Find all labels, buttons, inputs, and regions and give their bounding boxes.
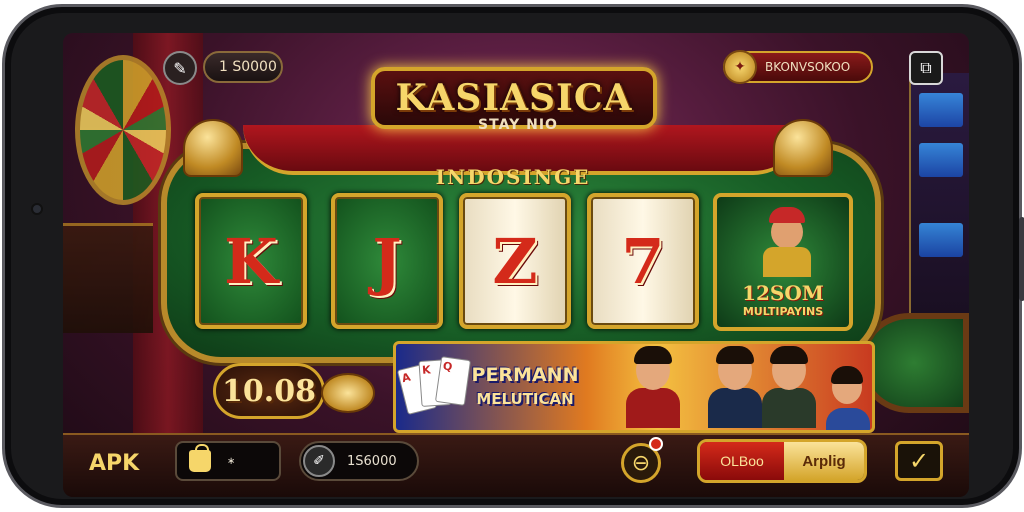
banner-subtitle: MELUTICAN — [476, 390, 574, 408]
coin-glyph: ✦ — [734, 59, 746, 75]
avatar — [708, 346, 762, 430]
mascot-figure — [763, 207, 811, 277]
apk-label[interactable]: APK — [89, 451, 139, 476]
timer-glyph: ⊖ — [631, 450, 651, 476]
promo-subtitle: MULTIPAYINS — [742, 305, 824, 318]
coin-icon: ✦ — [723, 50, 757, 84]
promo-amount: 12SOM — [742, 281, 824, 305]
avatar-hair — [716, 346, 754, 364]
reel-symbol: Z — [492, 224, 538, 298]
golden-bell-icon — [773, 119, 833, 177]
bet-glyph: ✐ — [313, 453, 325, 469]
machine-window — [919, 223, 963, 257]
machine-window — [919, 93, 963, 127]
avatar — [762, 346, 816, 430]
card-label: Q — [442, 359, 454, 374]
avatar — [626, 346, 680, 430]
jackpot-label: BKONVSOKOO — [765, 60, 851, 74]
slot-reel: K — [195, 193, 307, 329]
slot-machine-decor — [63, 223, 153, 333]
action-button-group: OLBoo Arplig — [697, 439, 867, 483]
bet-value: 1S6000 — [347, 453, 397, 469]
game-title: KASIASICA — [395, 77, 633, 119]
avatar-body — [826, 408, 870, 430]
confirm-button[interactable]: ✓ — [895, 441, 943, 481]
bet-field[interactable]: ✐ 1S6000 — [299, 441, 419, 481]
bet-icon: ✐ — [303, 445, 335, 477]
bag-icon — [189, 444, 211, 472]
banner-title: PERMANN — [471, 364, 579, 386]
coin-stack-icon — [321, 373, 375, 413]
menu-button[interactable]: ⧉ — [909, 51, 943, 85]
wallet-field[interactable]: ∗ — [175, 441, 281, 481]
avatar-body — [708, 388, 762, 428]
notification-badge — [649, 437, 663, 451]
coin-balance-value: 1 S0000 — [219, 59, 277, 75]
edit-glyph: ✎ — [173, 58, 187, 78]
left-action-button[interactable]: OLBoo — [700, 442, 784, 480]
game-screen: ✎ 1 S0000 ✦ BKONVSOKOO ⧉ KASIASICA STAY … — [63, 33, 969, 497]
avatar-body — [626, 388, 680, 428]
card-label: K — [421, 363, 432, 377]
promo-reel[interactable]: 12SOM MULTIPAYINS — [713, 193, 853, 331]
game-subtitle: STAY NIO — [478, 117, 558, 133]
menu-icon: ⧉ — [920, 58, 932, 77]
phone-frame: ✎ 1 S0000 ✦ BKONVSOKOO ⧉ KASIASICA STAY … — [2, 4, 1024, 508]
playing-cards-icon: A K Q — [396, 354, 472, 424]
mascot-body — [763, 247, 811, 277]
mascot-hat — [769, 207, 805, 223]
side-button — [1019, 217, 1024, 301]
machine-window — [919, 143, 963, 177]
slot-reel: 7 — [587, 193, 699, 329]
avatar-body — [762, 388, 816, 428]
reel-symbol: K — [224, 224, 278, 298]
golden-bell-icon — [183, 119, 243, 177]
card-label: A — [400, 370, 412, 386]
camera-icon — [31, 203, 43, 215]
win-amount-value: 10.08 — [222, 373, 316, 409]
edit-icon[interactable]: ✎ — [163, 51, 197, 85]
avatar-hair — [634, 346, 672, 364]
slot-machine-decor — [909, 73, 969, 313]
wallet-value: ∗ — [227, 455, 236, 467]
right-action-button[interactable]: Arplig — [784, 442, 864, 480]
avatar — [826, 366, 870, 430]
avatar-hair — [831, 366, 863, 384]
fortune-wheel-decor — [75, 55, 171, 205]
check-icon: ✓ — [908, 447, 930, 475]
win-amount: 10.08 — [213, 363, 325, 419]
promo-banner[interactable]: A K Q PERMANN MELUTICAN — [393, 341, 875, 433]
table-headline: INDOSINGE — [435, 165, 591, 189]
slot-reel: Z — [459, 193, 571, 329]
coin-balance: 1 S0000 — [203, 51, 283, 83]
reel-symbol: 7 — [621, 224, 665, 298]
jackpot-pill[interactable]: ✦ BKONVSOKOO — [723, 50, 873, 84]
reel-symbol: J — [372, 224, 402, 298]
avatar-hair — [770, 346, 808, 364]
slot-reel: J — [331, 193, 443, 329]
